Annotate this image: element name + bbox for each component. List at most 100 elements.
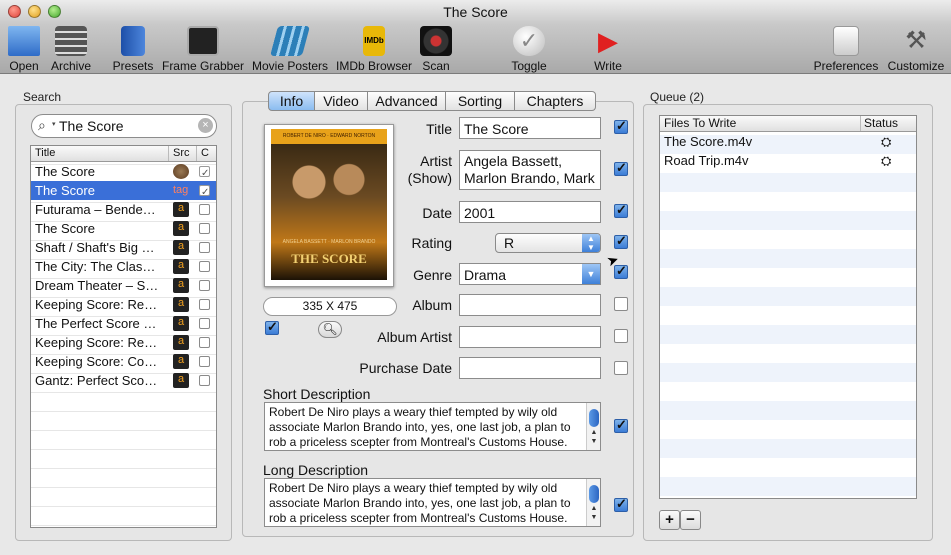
genre-combo[interactable]: Drama ▼ xyxy=(459,263,601,285)
album-field[interactable] xyxy=(459,294,601,316)
remove-queue-button[interactable]: − xyxy=(680,510,701,530)
result-checkbox[interactable] xyxy=(199,318,210,329)
poster-image: ROBERT DE NIRO · EDWARD NORTON ANGELA BA… xyxy=(271,129,387,280)
write-button[interactable]: ▶ Write xyxy=(586,24,630,74)
table-row[interactable]: The Perfect Score … a xyxy=(31,314,216,333)
tab-advanced[interactable]: Advanced xyxy=(368,91,446,111)
customize-button[interactable]: ⚒ Customize xyxy=(884,24,948,74)
queue-row[interactable]: The Score.m4v ⛭ xyxy=(661,133,916,152)
rating-popup[interactable]: R ▲ ▼ xyxy=(495,233,601,253)
result-checkbox[interactable] xyxy=(199,164,210,181)
scroll-down-arrow-icon[interactable]: ▼ xyxy=(587,434,600,449)
result-checkbox[interactable] xyxy=(199,183,210,200)
rating-checkbox[interactable] xyxy=(614,233,628,249)
scroll-down-arrow-icon[interactable]: ▼ xyxy=(587,510,600,525)
pending-status-icon: ⛭ xyxy=(881,134,892,149)
table-row[interactable]: Keeping Score: Re… a xyxy=(31,333,216,352)
column-title-header[interactable]: Title xyxy=(35,146,55,161)
table-row[interactable]: Keeping Score: Re… a xyxy=(31,295,216,314)
amazon-icon: a xyxy=(173,316,189,331)
table-row[interactable]: The City: The Clas… a xyxy=(31,257,216,276)
imdb-browser-button[interactable]: IMDb IMDb Browser xyxy=(334,24,414,74)
presets-button[interactable]: Presets xyxy=(110,24,156,74)
checkmark-icon: ✓ xyxy=(513,26,545,56)
column-status-header[interactable]: Status xyxy=(860,116,916,131)
search-field[interactable]: ⌕ ▾ The Score × xyxy=(31,114,217,138)
window-title: The Score xyxy=(443,4,508,20)
table-row[interactable]: The Score tag xyxy=(31,181,216,200)
result-checkbox[interactable] xyxy=(199,242,210,253)
date-checkbox[interactable] xyxy=(614,202,628,218)
search-results-table[interactable]: Title Src C The Score The Score tag Futuram… xyxy=(30,145,217,528)
archive-label: Archive xyxy=(50,59,91,73)
add-queue-button[interactable]: + xyxy=(659,510,680,530)
clear-search-icon[interactable]: × xyxy=(198,118,213,133)
result-checkbox[interactable] xyxy=(199,299,210,310)
album-checkbox[interactable] xyxy=(614,297,628,311)
zoom-window-button[interactable] xyxy=(48,5,61,18)
title-field[interactable]: The Score xyxy=(459,117,601,139)
queue-table[interactable]: Files To Write Status The Score.m4v ⛭ Road… xyxy=(659,115,917,499)
album-artist-checkbox[interactable] xyxy=(614,329,628,343)
toggle-button[interactable]: ✓ Toggle xyxy=(506,24,552,74)
long-description-scrollbar[interactable]: ▲ ▼ xyxy=(586,479,600,526)
purchase-date-checkbox[interactable] xyxy=(614,361,628,375)
tab-sorting[interactable]: Sorting xyxy=(446,91,515,111)
chevron-down-icon[interactable]: ▼ xyxy=(582,264,600,284)
tab-video[interactable]: Video xyxy=(315,91,368,111)
results-header: Title Src C xyxy=(31,146,216,162)
toggle-label: Toggle xyxy=(511,59,547,73)
frame-grabber-button[interactable]: Frame Grabber xyxy=(160,24,246,74)
result-title: Shaft / Shaft's Big … xyxy=(35,240,155,255)
artist-field[interactable]: Angela Bassett, Marlon Brando, Mark xyxy=(459,150,601,190)
table-row[interactable]: The Score xyxy=(31,162,216,181)
archive-button[interactable]: Archive xyxy=(48,24,94,74)
column-files-header[interactable]: Files To Write xyxy=(664,116,736,131)
open-button[interactable]: Open xyxy=(4,24,44,74)
magnifier-icon: 🔍︎ xyxy=(322,322,338,336)
preferences-button[interactable]: Preferences xyxy=(812,24,880,74)
date-field[interactable]: 2001 xyxy=(459,201,601,223)
tab-chapters[interactable]: Chapters xyxy=(515,91,596,111)
long-description-label: Long Description xyxy=(263,462,369,478)
search-input[interactable]: The Score xyxy=(59,118,124,134)
result-checkbox[interactable] xyxy=(199,204,210,215)
purchase-date-label: Purchase Date xyxy=(359,360,452,376)
close-window-button[interactable] xyxy=(8,5,21,18)
result-checkbox[interactable] xyxy=(199,337,210,348)
album-artist-field[interactable] xyxy=(459,326,601,348)
table-row[interactable]: Gantz: Perfect Sco… a xyxy=(31,371,216,390)
purchase-date-field[interactable] xyxy=(459,357,601,379)
result-title: The City: The Clas… xyxy=(35,259,156,274)
poster-checkbox[interactable] xyxy=(265,319,279,335)
table-row[interactable]: Keeping Score: Co… a xyxy=(31,352,216,371)
result-checkbox[interactable] xyxy=(199,356,210,367)
tab-info[interactable]: Info xyxy=(268,91,315,111)
column-c-header[interactable]: C xyxy=(196,146,216,161)
long-description-textarea[interactable]: Robert De Niro plays a weary thief tempt… xyxy=(264,478,601,527)
long-description-checkbox[interactable] xyxy=(614,496,628,512)
poster-zoom-button[interactable]: 🔍︎ xyxy=(318,321,342,338)
title-checkbox[interactable] xyxy=(614,118,628,134)
result-checkbox[interactable] xyxy=(199,280,210,291)
play-arrow-icon: ▶ xyxy=(598,26,618,56)
artist-checkbox[interactable] xyxy=(614,160,628,176)
table-row[interactable]: Futurama – Bende… a xyxy=(31,200,216,219)
short-description-checkbox[interactable] xyxy=(614,417,628,433)
frame-grabber-label: Frame Grabber xyxy=(161,59,245,73)
short-description-scrollbar[interactable]: ▲ ▼ xyxy=(586,403,600,450)
poster-frame[interactable]: ROBERT DE NIRO · EDWARD NORTON ANGELA BA… xyxy=(264,124,394,287)
queue-row[interactable]: Road Trip.m4v ⛭ xyxy=(661,152,916,171)
movie-posters-button[interactable]: Movie Posters xyxy=(250,24,330,74)
table-row[interactable]: Shaft / Shaft's Big … a xyxy=(31,238,216,257)
minimize-window-button[interactable] xyxy=(28,5,41,18)
result-checkbox[interactable] xyxy=(199,223,210,234)
column-src-header[interactable]: Src xyxy=(168,146,196,161)
main-window: The Score Open Archive Presets Frame Gra… xyxy=(0,0,951,555)
short-description-textarea[interactable]: Robert De Niro plays a weary thief tempt… xyxy=(264,402,601,451)
result-checkbox[interactable] xyxy=(199,375,210,386)
result-checkbox[interactable] xyxy=(199,261,210,272)
table-row[interactable]: Dream Theater – S… a xyxy=(31,276,216,295)
scan-button[interactable]: Scan xyxy=(416,24,456,74)
table-row[interactable]: The Score a xyxy=(31,219,216,238)
